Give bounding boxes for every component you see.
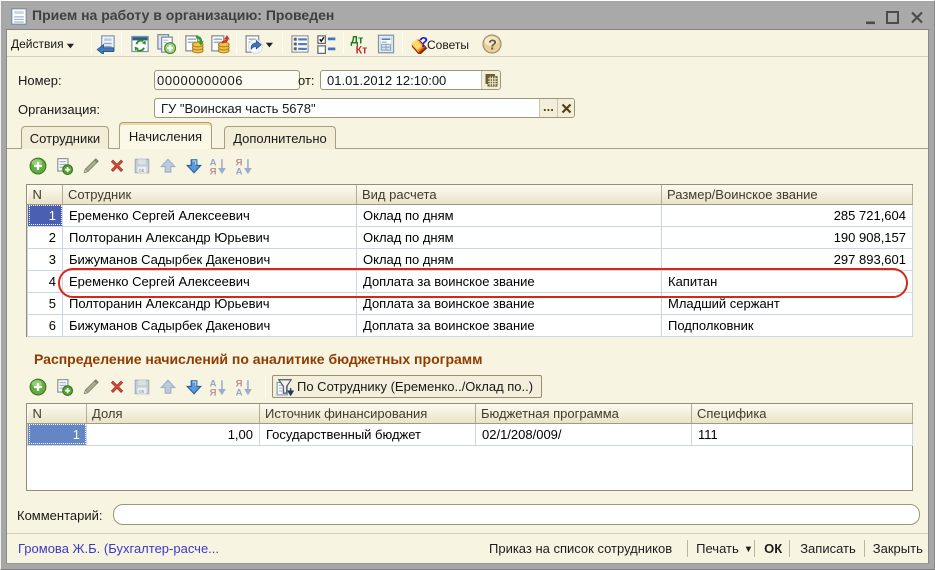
svg-text:ок: ок	[139, 168, 145, 174]
svg-text:Я: Я	[210, 387, 217, 396]
svg-text:А: А	[236, 166, 243, 175]
svg-text:Кт: Кт	[356, 44, 368, 54]
svg-text:ок: ок	[139, 389, 145, 395]
svg-text:Я: Я	[210, 166, 217, 175]
svg-text:?: ?	[488, 37, 497, 53]
svg-text:А: А	[236, 387, 243, 396]
